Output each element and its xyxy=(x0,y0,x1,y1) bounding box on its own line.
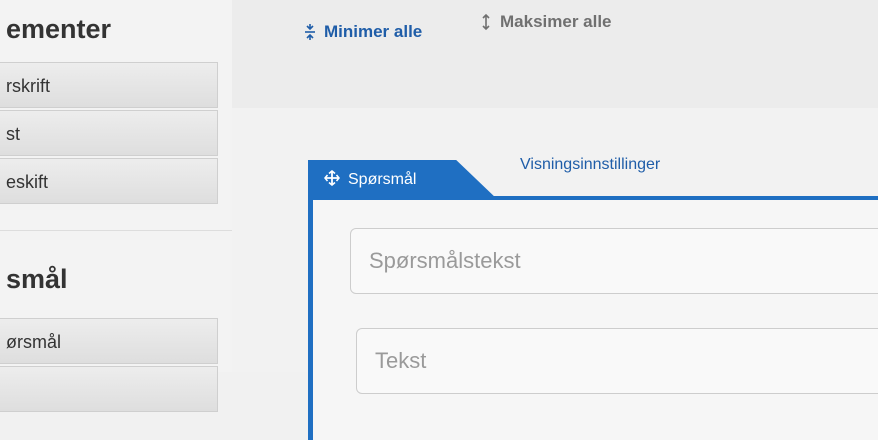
sidebar-item-pagebreak[interactable]: eskift xyxy=(0,158,218,204)
sidebar-divider xyxy=(0,230,232,231)
maximize-all-label: Maksimer alle xyxy=(500,12,612,31)
tab-question[interactable]: Spørsmål xyxy=(308,160,498,200)
question-text-field[interactable] xyxy=(350,228,878,294)
sidebar-group-title-elements: ementer xyxy=(6,14,112,44)
sidebar-item-heading[interactable]: rskrift xyxy=(0,62,218,108)
sidebar: ementer rskrift st eskift smål ørsmål xyxy=(0,0,233,412)
text-field[interactable] xyxy=(356,328,878,394)
collapse-arrows-icon xyxy=(304,23,316,41)
tab-display-settings[interactable]: Visningsinnstillinger xyxy=(520,156,660,174)
sidebar-item-more[interactable] xyxy=(0,366,218,412)
sidebar-item-question[interactable]: ørsmål xyxy=(0,318,218,364)
minimize-all-button[interactable]: Minimer alle xyxy=(304,22,422,42)
move-icon xyxy=(323,169,341,191)
question-text-input[interactable] xyxy=(351,229,878,293)
expand-arrows-icon xyxy=(480,13,492,31)
minimize-all-label: Minimer alle xyxy=(324,22,423,41)
sidebar-item-text[interactable]: st xyxy=(0,110,218,156)
text-input[interactable] xyxy=(357,329,878,393)
maximize-all-button[interactable]: Maksimer alle xyxy=(480,12,612,32)
sidebar-group-title-questions: smål xyxy=(6,264,68,294)
tab-question-label: Spørsmål xyxy=(348,171,417,188)
toolbar: Minimer alle Maksimer alle xyxy=(232,0,878,109)
